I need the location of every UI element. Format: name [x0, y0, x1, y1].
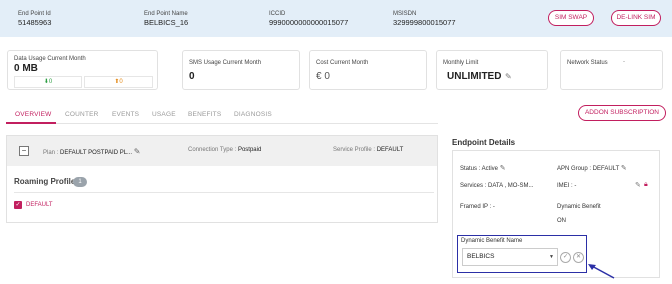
- tab-bar: OVERVIEW COUNTER EVENTS USAGE BENEFITS D…: [6, 109, 438, 123]
- connection-type-field: Connection Type : Postpaid: [188, 147, 261, 153]
- msisdn-value: 329999800015077: [393, 18, 456, 27]
- iccid-label: ICCID: [269, 11, 286, 17]
- cancel-close-icon[interactable]: ✕: [573, 252, 584, 263]
- status-text: Status : Active: [460, 166, 499, 172]
- edit-plan-pencil-icon[interactable]: ✎: [134, 147, 141, 156]
- service-profile-label: Service Profile :: [333, 147, 376, 153]
- confirm-check-icon[interactable]: ✓: [560, 252, 571, 263]
- dynamic-benefit-name-box: Dynamic Benefit Name BELBICS ▼ ✓ ✕: [457, 235, 587, 273]
- dynamic-benefit-name-value: BELBICS: [467, 253, 495, 260]
- active-tab-indicator: [6, 122, 56, 124]
- sim-swap-button[interactable]: SIM SWAP: [548, 10, 594, 26]
- services-text: Services : DATA , MO-SM...: [460, 183, 534, 189]
- plan-label: Plan :: [43, 150, 59, 156]
- endpoint-name-label: End Point Name: [144, 11, 188, 17]
- endpoint-id-label: End Point Id: [18, 11, 51, 17]
- dynamic-benefit-value: ON: [557, 218, 566, 224]
- apn-group-field: APN Group : DEFAULT ✎: [557, 164, 627, 172]
- upload-counter: ⬆0: [84, 76, 153, 88]
- service-profile-value: DEFAULT: [376, 147, 404, 153]
- endpoint-header: End Point Id 51485963 End Point Name BEL…: [0, 0, 672, 37]
- tab-diagnosis[interactable]: DIAGNOSIS: [234, 111, 272, 118]
- plan-field: Plan : DEFAULT POSTPAID PL... ✎: [43, 147, 140, 156]
- addon-subscription-button[interactable]: ADDON SUBSCRIPTION: [578, 105, 666, 121]
- framed-ip-text: Framed IP : -: [460, 204, 495, 210]
- lock-icon[interactable]: 🔒︎: [644, 181, 648, 189]
- dynamic-benefit-name-select[interactable]: BELBICS ▼: [462, 248, 558, 266]
- pointer-arrow-icon: [588, 264, 615, 279]
- data-usage-label: Data Usage Current Month: [14, 56, 86, 62]
- imei-text: IMEI : -: [557, 183, 577, 189]
- tab-events[interactable]: EVENTS: [112, 111, 139, 118]
- tab-counter[interactable]: COUNTER: [65, 111, 99, 118]
- edit-imei-pencil-icon[interactable]: ✎: [635, 181, 641, 189]
- upload-value: 0: [119, 79, 123, 85]
- edit-limit-pencil-icon[interactable]: ✎: [505, 72, 512, 81]
- cost-value: € 0: [316, 71, 330, 82]
- overview-panel: − Plan : DEFAULT POSTPAID PL... ✎ Connec…: [6, 135, 438, 223]
- endpoint-id-value: 51485963: [18, 18, 52, 27]
- monthly-limit-card: Monthly Limit UNLIMITED ✎: [436, 50, 548, 90]
- service-profile-field: Service Profile : DEFAULT: [333, 147, 403, 153]
- data-usage-card: Data Usage Current Month 0 MB ⬇0 ⬆0: [7, 50, 158, 90]
- tab-overview[interactable]: OVERVIEW: [15, 111, 52, 118]
- download-value: 0: [48, 79, 53, 85]
- monthly-limit-value: UNLIMITED: [447, 71, 502, 82]
- network-status-card: Network Status -: [560, 50, 663, 90]
- plan-value: DEFAULT POSTPAID PL...: [60, 150, 133, 156]
- data-usage-value: 0 MB: [14, 63, 38, 74]
- default-roaming-checkbox[interactable]: ✓: [14, 201, 22, 209]
- network-status-label: Network Status: [567, 60, 608, 66]
- sms-usage-value: 0: [189, 71, 195, 82]
- chevron-down-icon: ▼: [549, 254, 554, 260]
- tab-benefits[interactable]: BENEFITS: [188, 111, 221, 118]
- apn-group-text: APN Group : DEFAULT: [557, 166, 620, 172]
- cost-card: Cost Current Month € 0: [309, 50, 427, 90]
- roaming-profile-title: Roaming Profile: [14, 177, 76, 186]
- iccid-value: 9990000000000015077: [269, 18, 349, 27]
- sms-usage-label: SMS Usage Current Month: [189, 60, 262, 66]
- edit-apn-pencil-icon[interactable]: ✎: [621, 165, 627, 172]
- network-status-value: -: [623, 59, 625, 65]
- monthly-limit-label: Monthly Limit: [443, 60, 479, 66]
- msisdn-field: MSISDN 329999800015077: [393, 10, 456, 28]
- dynamic-benefit-label: Dynamic Benefit: [557, 204, 601, 210]
- roaming-count-badge: 1: [73, 177, 87, 187]
- msisdn-label: MSISDN: [393, 11, 417, 17]
- endpoint-name-value: BELBICS_16: [144, 18, 189, 27]
- collapse-minus-icon[interactable]: −: [19, 146, 29, 156]
- endpoint-id-field: End Point Id 51485963: [18, 10, 51, 28]
- plan-bar: − Plan : DEFAULT POSTPAID PL... ✎ Connec…: [7, 136, 437, 166]
- tab-usage[interactable]: USAGE: [152, 111, 176, 118]
- endpoint-details-title: Endpoint Details: [452, 138, 516, 147]
- iccid-field: ICCID 9990000000000015077: [269, 10, 348, 28]
- connection-type-label: Connection Type :: [188, 147, 237, 153]
- delink-sim-button[interactable]: DE-LINK SIM: [611, 10, 661, 26]
- default-roaming-label: DEFAULT: [26, 202, 53, 208]
- status-field: Status : Active ✎: [460, 164, 506, 172]
- dynamic-benefit-name-label: Dynamic Benefit Name: [461, 238, 523, 244]
- connection-type-value: Postpaid: [237, 147, 262, 153]
- tab-divider: [6, 123, 438, 124]
- cost-label: Cost Current Month: [316, 60, 369, 66]
- sms-usage-card: SMS Usage Current Month 0: [182, 50, 300, 90]
- edit-status-pencil-icon[interactable]: ✎: [500, 165, 506, 172]
- roaming-divider: [14, 192, 434, 193]
- download-counter: ⬇0: [14, 76, 82, 88]
- endpoint-name-field: End Point Name BELBICS_16: [144, 10, 188, 28]
